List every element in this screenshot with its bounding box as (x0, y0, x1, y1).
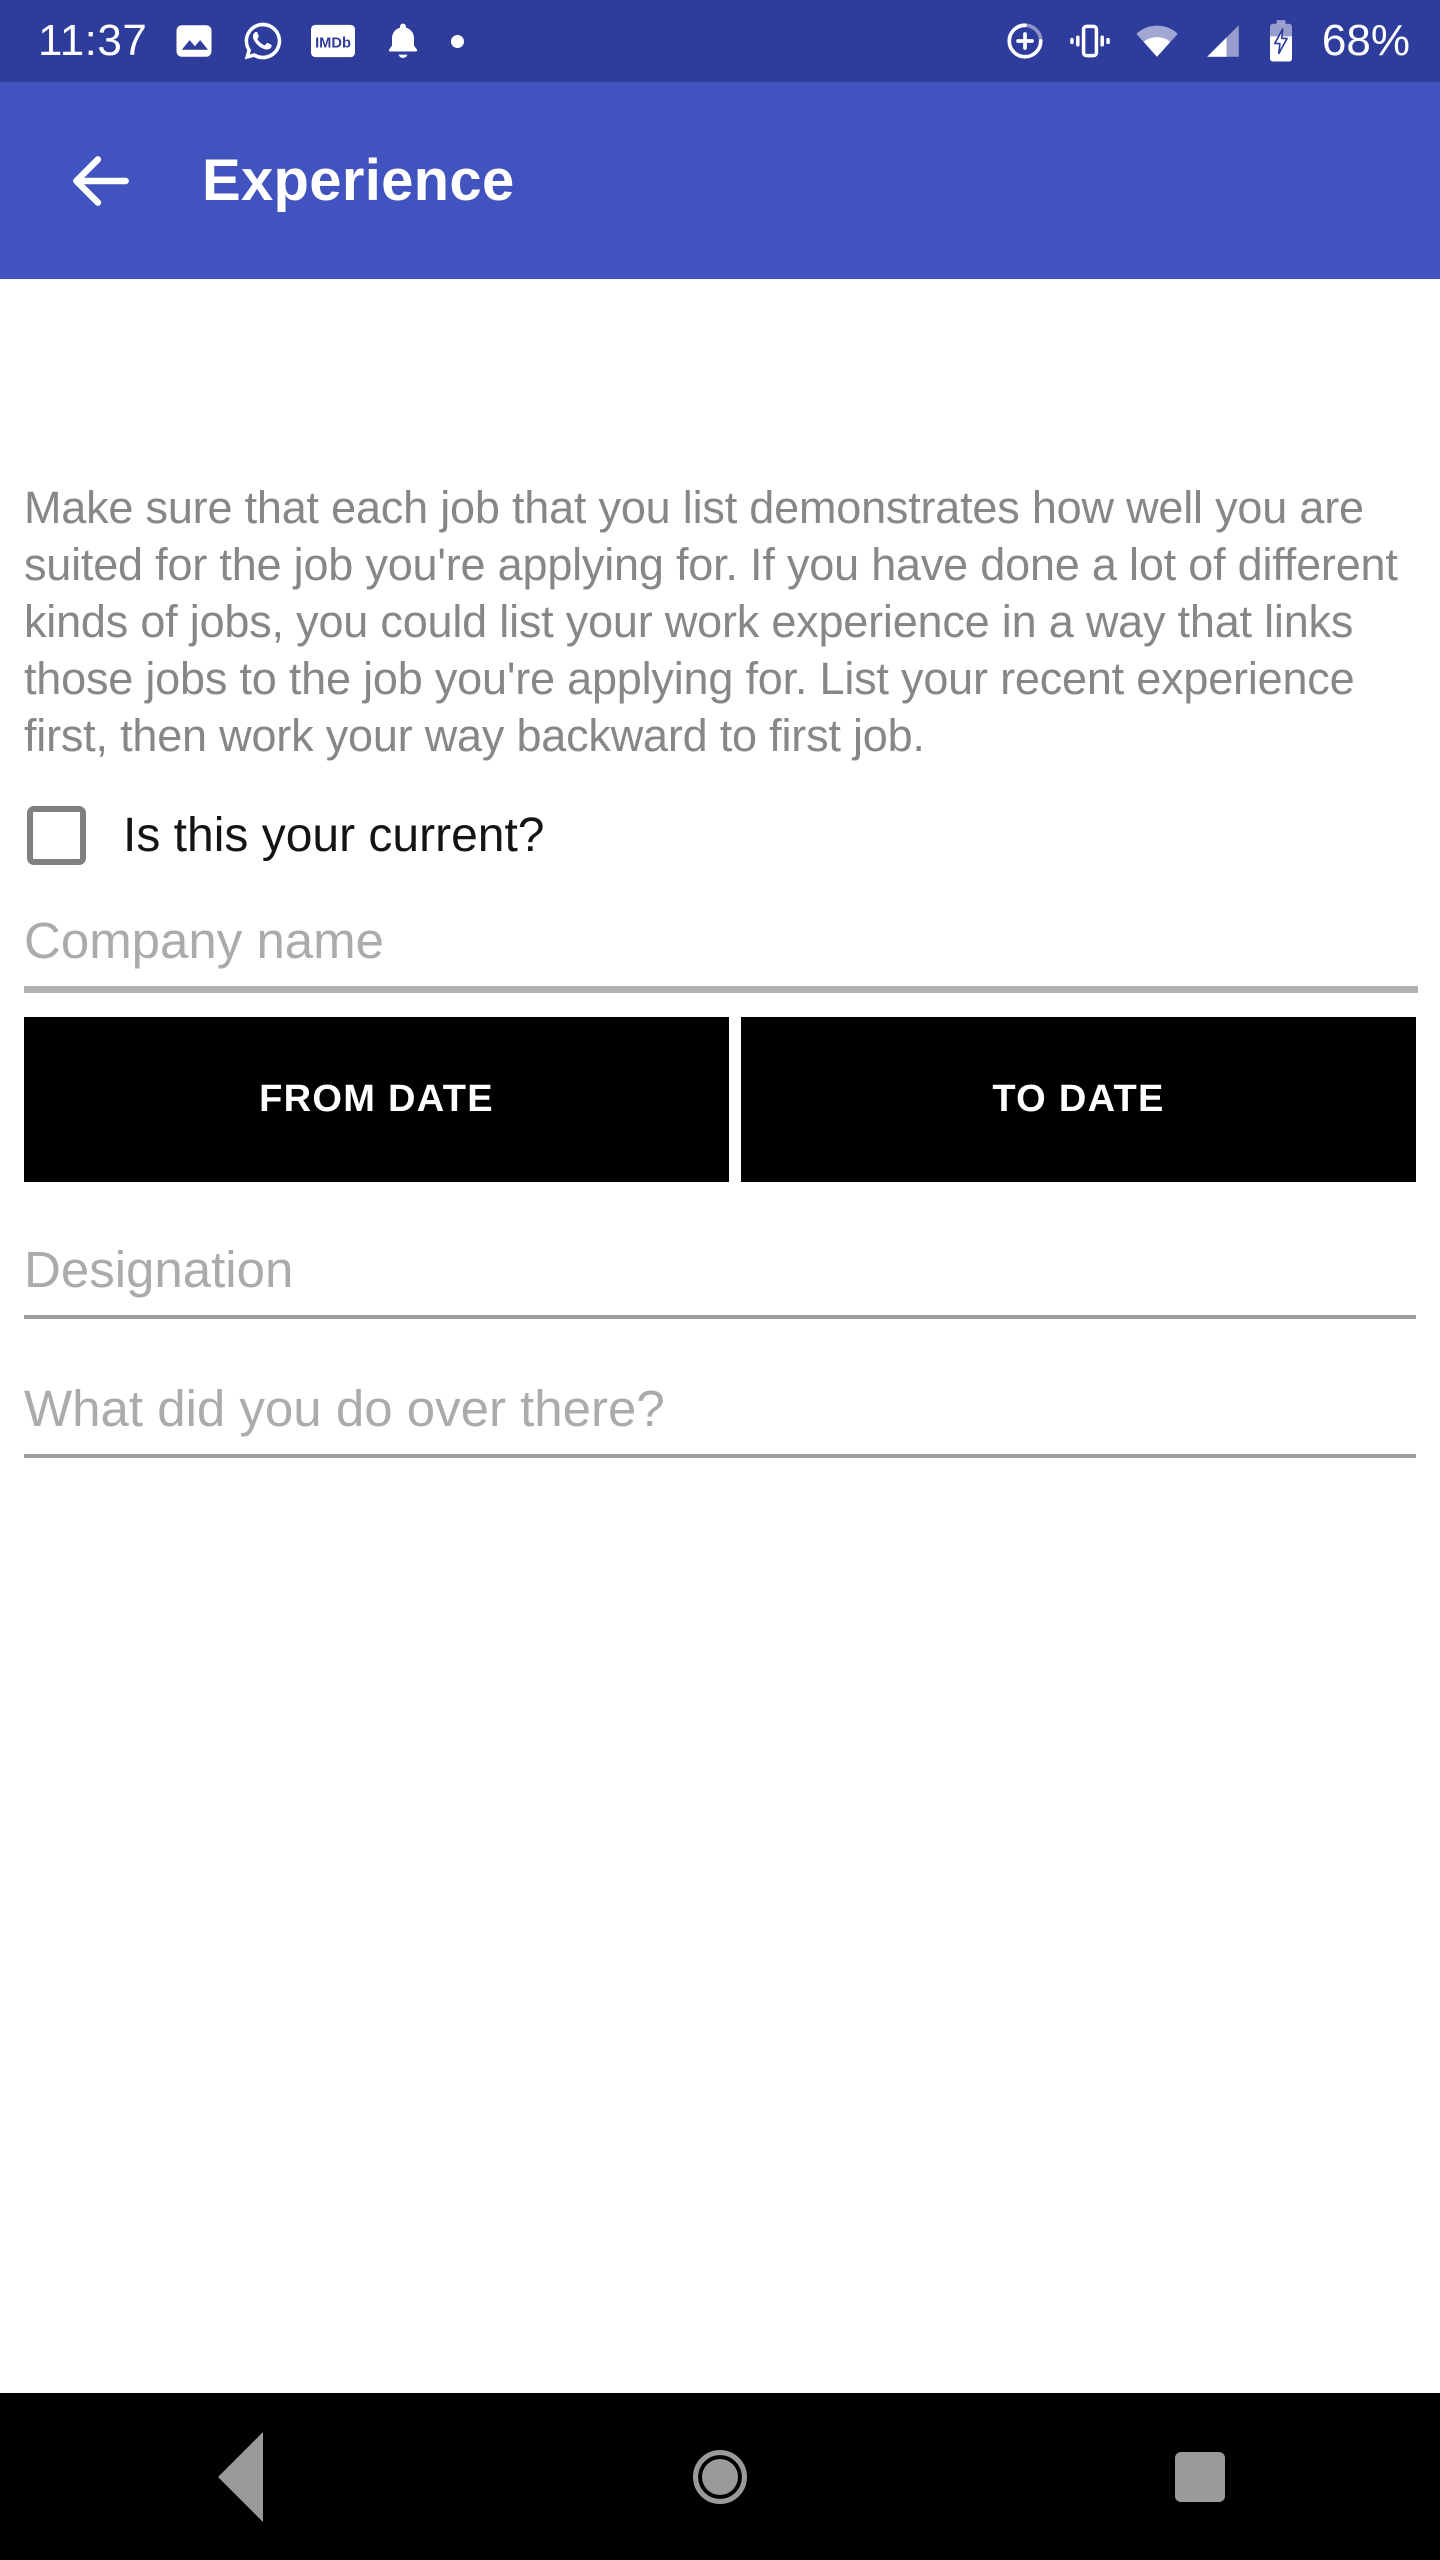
dot-icon (451, 34, 465, 48)
from-date-button[interactable]: FROM DATE (24, 1017, 729, 1182)
nav-back-button[interactable] (140, 2393, 340, 2560)
battery-percent-label: 68% (1321, 16, 1410, 65)
description-placeholder: What did you do over there? (24, 1380, 665, 1437)
nav-home-button[interactable] (620, 2393, 820, 2560)
imdb-icon: IMDb (311, 21, 356, 61)
status-bar-right-group: 68% (1004, 19, 1410, 63)
back-nav-icon (217, 2431, 263, 2522)
current-job-checkbox-row[interactable]: Is this your current? (24, 806, 1416, 865)
battery-charging-icon (1266, 19, 1296, 63)
description-underline (24, 1454, 1416, 1458)
bell-icon (381, 19, 425, 63)
vibrate-icon (1068, 19, 1112, 63)
wifi-icon (1134, 20, 1180, 62)
nav-recents-button[interactable] (1100, 2393, 1300, 2560)
back-button[interactable] (56, 136, 146, 226)
app-bar: Experience (0, 82, 1440, 279)
date-buttons-row: FROM DATE TO DATE (24, 1017, 1416, 1182)
recents-nav-icon (1175, 2451, 1225, 2502)
company-name-underline (24, 986, 1418, 993)
company-name-field[interactable]: Company name (24, 865, 1418, 993)
to-date-button[interactable]: TO DATE (741, 1017, 1416, 1182)
designation-placeholder: Designation (24, 1241, 294, 1298)
page-title: Experience (202, 148, 515, 213)
phone-screen: 11:37 IMDb 68% Experience Make sure that… (0, 0, 1440, 2560)
gallery-icon (173, 20, 215, 62)
system-navigation-bar (0, 2393, 1440, 2560)
arrow-left-icon (73, 155, 129, 206)
company-name-placeholder: Company name (24, 912, 385, 969)
form-content: Make sure that each job that you list de… (0, 279, 1440, 2393)
designation-field[interactable]: Designation (24, 1182, 1416, 1319)
status-bar: 11:37 IMDb 68% (0, 0, 1440, 82)
current-job-checkbox[interactable] (27, 806, 86, 865)
intro-paragraph: Make sure that each job that you list de… (24, 482, 1398, 761)
status-bar-clock: 11:37 (38, 16, 148, 65)
home-nav-icon (693, 2449, 747, 2504)
svg-text:IMDb: IMDb (315, 36, 351, 52)
status-bar-left-group: 11:37 IMDb (38, 16, 465, 65)
whatsapp-icon (241, 19, 285, 63)
data-saver-icon (1004, 20, 1046, 62)
description-field[interactable]: What did you do over there? (24, 1319, 1416, 1458)
current-job-checkbox-label: Is this your current? (123, 808, 545, 862)
cellular-signal-icon (1202, 20, 1244, 62)
